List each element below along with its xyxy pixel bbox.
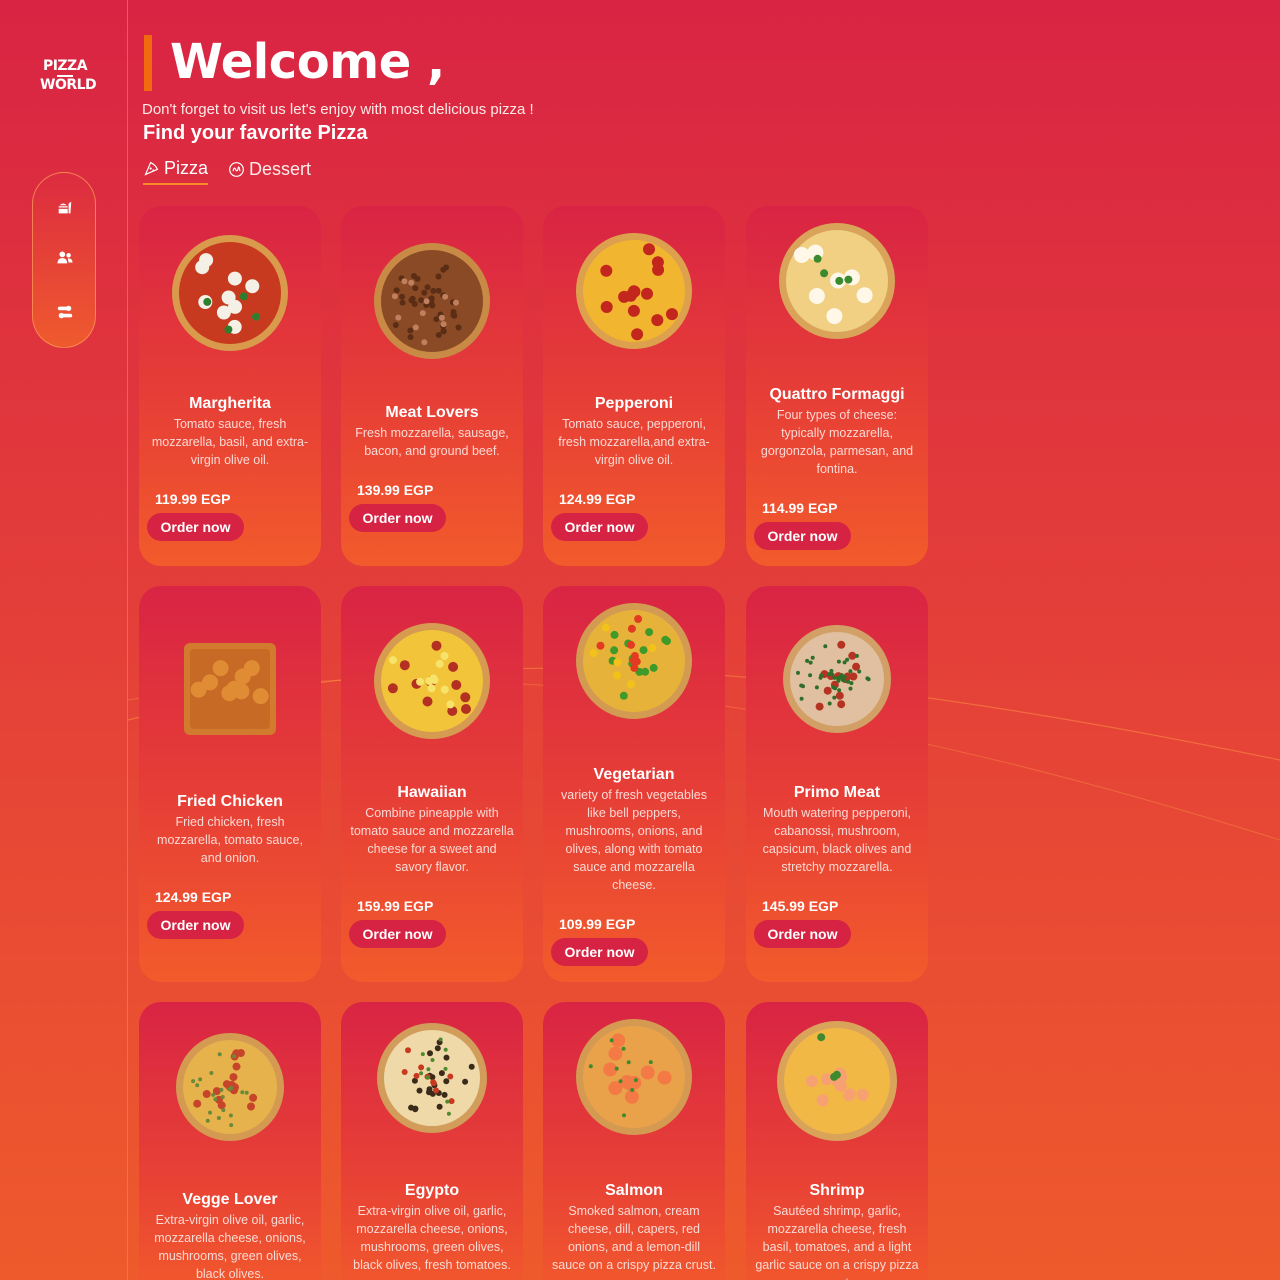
main-content: Welcome , Don't forget to visit us let's…: [128, 0, 1280, 1280]
product-image: [182, 641, 278, 737]
product-card[interactable]: Shrimp Sautéed shrimp, garlic, mozzarella…: [746, 1002, 928, 1280]
toggle-icon: [57, 305, 73, 319]
product-card[interactable]: Hawaiian Combine pineapple with tomato sa…: [341, 586, 523, 982]
product-price: 119.99 EGP: [155, 491, 231, 507]
food-icon: [58, 201, 72, 214]
product-image: [782, 624, 892, 734]
tab-pizza[interactable]: Pizza: [143, 158, 209, 185]
product-name: Pepperoni: [594, 395, 674, 412]
product-image: [175, 1032, 285, 1142]
product-price: 124.99 EGP: [559, 491, 636, 507]
product-card[interactable]: Fried Chicken Fried chicken, fresh mozzar…: [139, 586, 321, 982]
product-name: Primo Meat: [793, 784, 881, 801]
product-price: 159.99 EGP: [357, 898, 434, 914]
dessert-icon: [229, 162, 244, 177]
section-heading: Find your favorite Pizza: [143, 122, 368, 144]
tab-pizza-label: Pizza: [164, 158, 209, 178]
product-image: [776, 1020, 898, 1142]
product-image: [373, 242, 491, 360]
product-image: [376, 1022, 488, 1134]
product-description: Mouth watering pepperoni, cabanossi, mus…: [762, 806, 912, 874]
product-image: [575, 602, 693, 720]
order-now-button[interactable]: Order now: [551, 938, 648, 966]
product-image: [575, 1018, 693, 1136]
product-info: Meat Lovers Fresh mozzarella, sausage, ba…: [341, 404, 523, 532]
product-description: Sautéed shrimp, garlic, mozzarella chees…: [755, 1204, 919, 1280]
product-info: Hawaiian Combine pineapple with tomato sa…: [341, 784, 523, 948]
product-description: Fried chicken, fresh mozzarella, tomato …: [157, 815, 303, 865]
product-info: Primo Meat Mouth watering pepperoni, caba…: [746, 784, 928, 948]
order-now-button[interactable]: Order now: [551, 513, 648, 541]
product-card[interactable]: Pepperoni Tomato sauce, pepperoni, fresh …: [543, 206, 725, 566]
brand-logo[interactable]: PIZZA WORLD: [40, 58, 97, 94]
product-info: Egypto Extra-virgin olive oil, garlic, mo…: [341, 1182, 523, 1274]
product-info: Fried Chicken Fried chicken, fresh mozzar…: [139, 793, 321, 939]
product-price: 114.99 EGP: [762, 500, 838, 516]
product-description: Tomato sauce, pepperoni, fresh mozzarell…: [558, 417, 710, 467]
product-info: Salmon Smoked salmon, cream cheese, dill,…: [543, 1182, 725, 1274]
users-icon: [57, 251, 73, 264]
product-image: [171, 234, 289, 352]
product-card[interactable]: Quattro Formaggi Four types of cheese: ty…: [746, 206, 928, 566]
category-tabs: Pizza Dessert: [143, 158, 311, 185]
product-info: Quattro Formaggi Four types of cheese: ty…: [746, 386, 928, 550]
product-price: 139.99 EGP: [357, 482, 434, 498]
nav-toggle-button[interactable]: [54, 301, 76, 323]
product-price: 124.99 EGP: [155, 889, 232, 905]
order-now-button[interactable]: Order now: [349, 504, 446, 532]
sidebar-nav: [32, 172, 96, 348]
order-now-button[interactable]: Order now: [349, 920, 446, 948]
product-card[interactable]: Meat Lovers Fresh mozzarella, sausage, ba…: [341, 206, 523, 566]
page-subtitle: Don't forget to visit us let's enjoy wit…: [142, 101, 534, 118]
nav-food-button[interactable]: [54, 197, 76, 219]
product-info: Vegetarian variety of fresh vegetables li…: [543, 766, 725, 966]
pizza-slice-icon: [144, 161, 159, 176]
product-card[interactable]: Salmon Smoked salmon, cream cheese, dill,…: [543, 1002, 725, 1280]
product-card[interactable]: Vegge Lover Extra-virgin olive oil, garli…: [139, 1002, 321, 1280]
nav-users-button[interactable]: [54, 247, 76, 269]
product-description: Tomato sauce, fresh mozzarella, basil, a…: [151, 417, 309, 467]
product-info: Margherita Tomato sauce, fresh mozzarella…: [139, 395, 321, 541]
product-card[interactable]: Vegetarian variety of fresh vegetables li…: [543, 586, 725, 982]
product-name: Vegetarian: [593, 766, 675, 783]
product-price: 109.99 EGP: [559, 916, 636, 932]
tab-dessert-label: Dessert: [249, 159, 312, 179]
product-name: Meat Lovers: [385, 404, 479, 421]
order-now-button[interactable]: Order now: [147, 513, 244, 541]
product-description: Extra-virgin olive oil, garlic, mozzarel…: [353, 1204, 511, 1272]
product-image: [575, 232, 693, 350]
product-info: Pepperoni Tomato sauce, pepperoni, fresh …: [543, 395, 725, 541]
product-card[interactable]: Egypto Extra-virgin olive oil, garlic, mo…: [341, 1002, 523, 1280]
sidebar: PIZZA WORLD: [0, 0, 128, 1280]
order-now-button[interactable]: Order now: [754, 522, 851, 550]
product-price: 145.99 EGP: [762, 898, 839, 914]
product-description: Combine pineapple with tomato sauce and …: [350, 806, 514, 874]
product-card[interactable]: Margherita Tomato sauce, fresh mozzarella…: [139, 206, 321, 566]
logo-text-bottom: WORLD: [40, 77, 97, 93]
product-name: Quattro Formaggi: [769, 386, 905, 403]
order-now-button[interactable]: Order now: [147, 911, 244, 939]
product-description: Fresh mozzarella, sausage, bacon, and gr…: [355, 426, 509, 458]
product-image: [778, 222, 896, 340]
product-description: Smoked salmon, cream cheese, dill, caper…: [552, 1204, 716, 1272]
product-name: Fried Chicken: [177, 793, 283, 810]
product-info: Vegge Lover Extra-virgin olive oil, garli…: [139, 1191, 321, 1280]
product-name: Egypto: [404, 1182, 460, 1199]
product-name: Salmon: [605, 1182, 663, 1199]
product-image: [373, 622, 491, 740]
product-name: Margherita: [189, 395, 271, 412]
product-info: Shrimp Sautéed shrimp, garlic, mozzarella…: [746, 1182, 928, 1280]
product-description: variety of fresh vegetables like bell pe…: [561, 788, 707, 892]
tab-dessert[interactable]: Dessert: [228, 158, 311, 185]
title-accent-bar: [144, 35, 152, 91]
product-name: Hawaiian: [397, 784, 467, 801]
order-now-button[interactable]: Order now: [754, 920, 851, 948]
page-title: Welcome ,: [170, 34, 445, 90]
product-name: Vegge Lover: [182, 1191, 278, 1208]
product-name: Shrimp: [809, 1182, 865, 1199]
product-description: Extra-virgin olive oil, garlic, mozzarel…: [154, 1213, 306, 1280]
logo-text-top: PIZZA: [42, 58, 88, 74]
product-description: Four types of cheese: typically mozzarel…: [760, 408, 914, 476]
product-card[interactable]: Primo Meat Mouth watering pepperoni, caba…: [746, 586, 928, 982]
